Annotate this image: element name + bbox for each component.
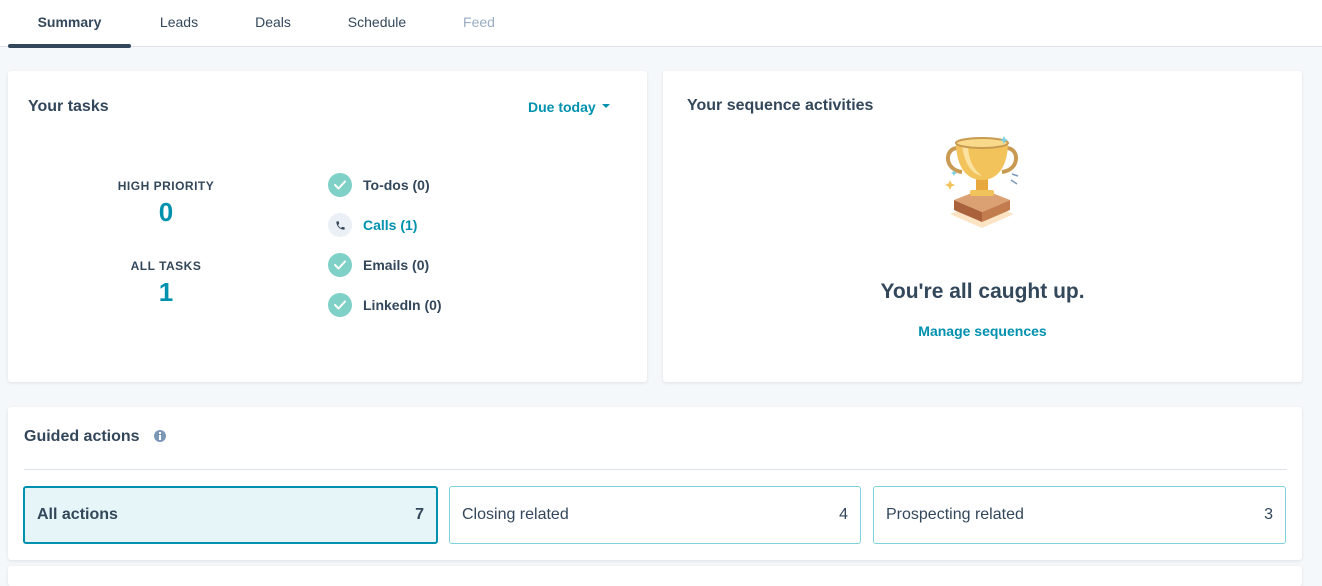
tab-schedule[interactable]: Schedule [337, 0, 417, 47]
guided-actions-card: Guided actions All actions 7 Closing rel… [8, 407, 1302, 560]
filter-closing-related[interactable]: Closing related 4 [449, 486, 861, 544]
check-icon [328, 253, 352, 277]
all-tasks-value[interactable]: 1 [86, 277, 246, 308]
tab-feed[interactable]: Feed [453, 0, 505, 47]
tab-summary[interactable]: Summary [8, 0, 131, 48]
trophy-illustration [945, 136, 1019, 228]
tab-bar: Summary Leads Deals Schedule Feed [0, 0, 1322, 48]
task-label-calls[interactable]: Calls (1) [363, 217, 417, 233]
caught-up-message: You're all caught up. [880, 280, 1085, 303]
task-label-emails: Emails (0) [363, 257, 430, 273]
high-priority-stat: HIGH PRIORITY 0 [86, 179, 246, 228]
filter-prospecting-related-label: Prospecting related [886, 506, 1024, 523]
due-today-dropdown[interactable]: Due today [528, 99, 610, 115]
check-icon [328, 173, 352, 197]
guided-actions-title: Guided actions [24, 428, 140, 445]
task-label-todos: To-dos (0) [363, 177, 430, 193]
task-row-emails: Emails (0) [328, 253, 429, 277]
task-row-calls[interactable]: Calls (1) [328, 213, 417, 237]
filter-all-actions-count: 7 [415, 506, 424, 523]
next-card [8, 566, 1302, 586]
task-row-linkedin: LinkedIn (0) [328, 293, 442, 317]
all-tasks-label: ALL TASKS [130, 259, 202, 273]
tasks-card-title: Your tasks [28, 98, 109, 115]
due-today-label: Due today [528, 99, 596, 115]
manage-sequences-label[interactable]: Manage sequences [918, 323, 1046, 339]
caret-down-icon [601, 104, 610, 109]
sequence-card-title: Your sequence activities [687, 97, 874, 114]
tab-leads[interactable]: Leads [148, 0, 210, 47]
filter-all-actions-label: All actions [37, 506, 118, 523]
sequence-card: Your sequence activities You're all caug… [663, 71, 1302, 382]
info-icon[interactable] [154, 430, 166, 442]
high-priority-label: HIGH PRIORITY [117, 179, 215, 193]
filter-prospecting-related[interactable]: Prospecting related 3 [873, 486, 1286, 544]
filter-closing-related-label: Closing related [462, 506, 569, 523]
tab-deals[interactable]: Deals [243, 0, 303, 47]
task-label-linkedin: LinkedIn (0) [363, 297, 442, 313]
task-row-todos: To-dos (0) [328, 173, 430, 197]
check-icon [328, 293, 352, 317]
all-tasks-stat: ALL TASKS 1 [86, 259, 246, 308]
divider [24, 469, 1287, 470]
manage-sequences-link[interactable]: Manage sequences [663, 323, 1302, 339]
tasks-card: Your tasks Due today HIGH PRIORITY 0 ALL… [8, 71, 647, 382]
high-priority-value[interactable]: 0 [86, 197, 246, 228]
filter-prospecting-related-count: 3 [1264, 506, 1273, 523]
phone-icon [328, 213, 352, 237]
filter-closing-related-count: 4 [839, 506, 848, 523]
filter-all-actions[interactable]: All actions 7 [23, 486, 438, 544]
